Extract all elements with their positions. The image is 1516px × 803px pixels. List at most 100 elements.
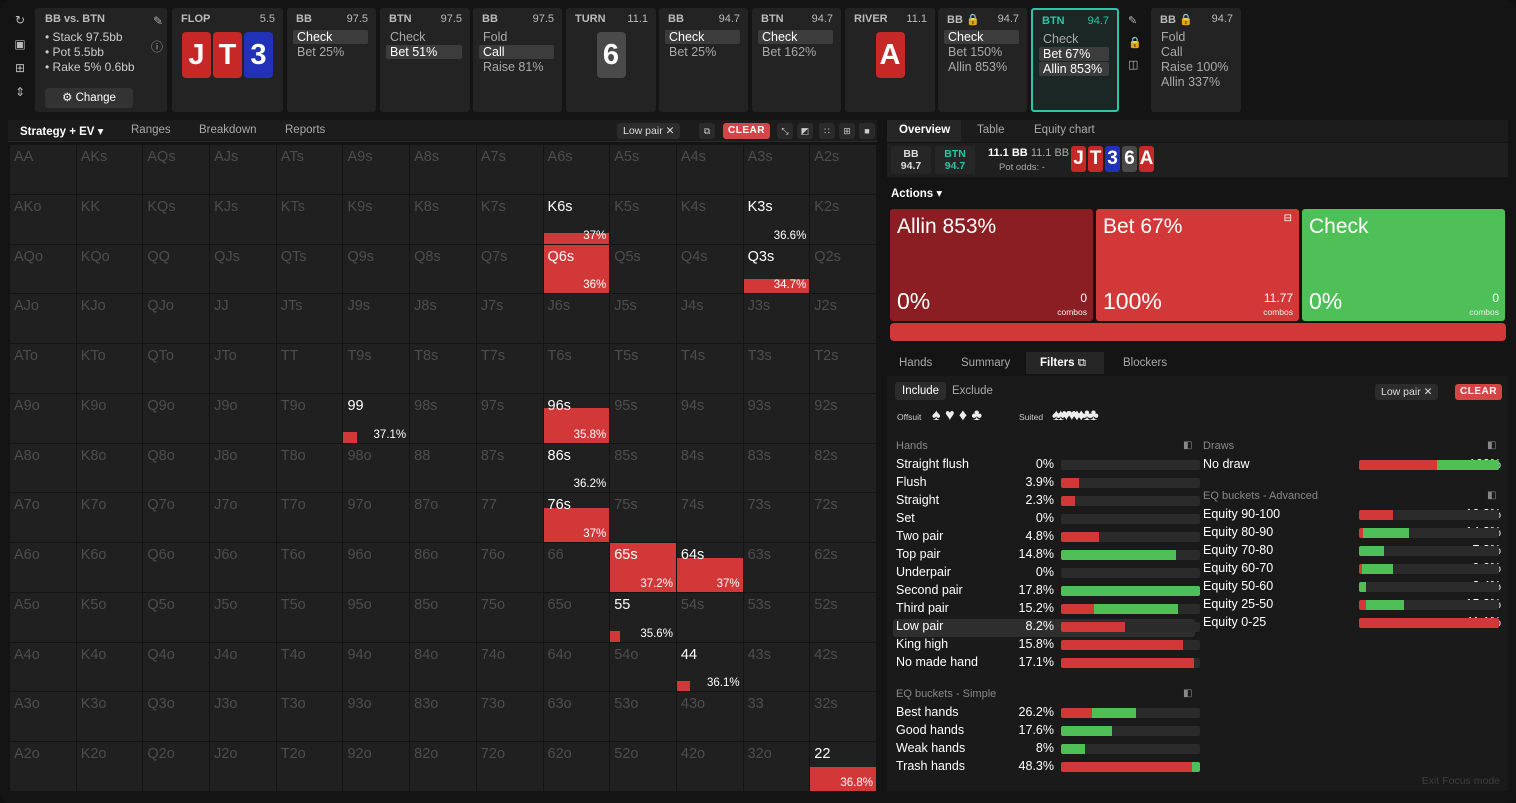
hand-cell[interactable]: QJs (210, 244, 276, 294)
street-card-btn2[interactable]: BTN 94.7 Check Bet 162% (752, 8, 841, 112)
hand-cell[interactable]: K4s (676, 194, 743, 244)
hand-cell[interactable]: K6o (76, 543, 143, 592)
hand-cell[interactable]: 88 (410, 443, 476, 493)
hand-cell[interactable]: K5o (76, 592, 143, 642)
hand-cell[interactable]: 82s (810, 443, 876, 493)
hand-cell[interactable]: A2o (10, 742, 76, 791)
hand-cell[interactable]: Q8o (143, 443, 210, 493)
action-option[interactable]: Call (479, 45, 554, 59)
hand-cell[interactable]: T3s (743, 344, 810, 393)
hand-cell[interactable]: T9s (343, 344, 410, 393)
hand-cell[interactable]: 22 36.8% (810, 742, 876, 791)
tab-reports[interactable]: Reports (285, 124, 325, 136)
hand-cell[interactable]: QQ (143, 244, 210, 294)
street-card-flop[interactable]: FLOP 5.5 J T 3 (172, 8, 283, 112)
filter-row[interactable]: Underpair 0% (896, 565, 1200, 581)
hand-cell[interactable]: QTs (276, 244, 343, 294)
hand-cell[interactable]: Q9o (143, 393, 210, 443)
tab-blockers[interactable]: Blockers (1123, 357, 1167, 369)
hand-cell[interactable]: K6s 37% (543, 194, 610, 244)
hand-cell[interactable]: A4s (676, 145, 743, 194)
hand-cell[interactable]: 32s (810, 692, 876, 742)
filter-chip[interactable]: Low pair ✕ (1375, 384, 1439, 400)
action-option[interactable]: Check (386, 30, 462, 44)
hand-cell[interactable]: 53o (610, 692, 676, 742)
hand-cell[interactable]: A3s (743, 145, 810, 194)
club-icon[interactable]: ♣♣ (1082, 407, 1099, 424)
hand-cell[interactable]: K8s (410, 194, 476, 244)
suited-suits[interactable]: ♠♠ ♥♥ ♦♦ ♣♣ (1052, 407, 1099, 425)
hand-cell[interactable]: T9o (276, 393, 343, 443)
hand-cell[interactable]: A3o (10, 692, 76, 742)
filter-row[interactable]: Good hands 17.6% (896, 723, 1200, 739)
hand-cell[interactable]: ATo (10, 344, 76, 393)
hand-cell[interactable]: 62s (810, 543, 876, 592)
hand-cell[interactable]: Q6s 36% (543, 244, 610, 294)
hand-cell[interactable]: A9s (343, 145, 410, 194)
hand-cell[interactable]: 73s (743, 493, 810, 543)
hand-cell[interactable]: J4o (210, 642, 276, 692)
collapse-icon[interactable]: ⇕ (10, 80, 30, 104)
tab-ranges[interactable]: Ranges (131, 124, 171, 136)
hand-cell[interactable]: A8o (10, 443, 76, 493)
hand-cell[interactable]: KTo (76, 344, 143, 393)
action-box[interactable]: Bet 67% 100% 11.77 combos ⊟ (1096, 209, 1299, 321)
hand-cell[interactable]: KK (76, 194, 143, 244)
filter-row[interactable]: King high 15.8% (896, 637, 1200, 653)
hand-cell[interactable]: KQo (76, 244, 143, 294)
hand-cell[interactable]: 52s (810, 592, 876, 642)
filter-row[interactable]: Straight 2.3% (896, 493, 1200, 509)
hand-cell[interactable]: T7s (476, 344, 543, 393)
tab-overview[interactable]: Overview (899, 124, 950, 136)
hand-cell[interactable]: J3o (210, 692, 276, 742)
grid-small-icon[interactable]: ∷ (819, 123, 835, 139)
hand-cell[interactable]: 76s 37% (543, 493, 610, 543)
hand-cell[interactable]: 63o (543, 692, 610, 742)
hand-cell[interactable]: 95o (343, 592, 410, 642)
hand-cell[interactable]: T8o (276, 443, 343, 493)
hand-cell[interactable]: 75o (476, 592, 543, 642)
hand-cell[interactable]: A6o (10, 543, 76, 592)
filter-row[interactable]: Flush 3.9% (896, 475, 1200, 491)
hand-cell[interactable]: KQs (143, 194, 210, 244)
hand-cell[interactable]: 33 (743, 692, 810, 742)
hand-cell[interactable]: KJo (76, 294, 143, 344)
action-option[interactable]: Bet 162% (758, 45, 833, 59)
hand-cell[interactable]: AQo (10, 244, 76, 294)
hand-cell[interactable]: 86s 36.2% (543, 443, 610, 493)
hand-cell[interactable]: Q3s 34.7% (743, 244, 810, 294)
hand-cell[interactable]: AQs (143, 145, 210, 194)
hand-cell[interactable]: 83s (743, 443, 810, 493)
hand-cell[interactable]: 98o (343, 443, 410, 493)
hand-cell[interactable]: A5s (610, 145, 676, 194)
hand-cell[interactable]: Q2o (143, 742, 210, 791)
street-card-turn[interactable]: TURN 11.1 6 (566, 8, 656, 112)
tab-table[interactable]: Table (977, 124, 1005, 136)
street-card-bb3[interactable]: BB 94.7 Check Bet 25% (659, 8, 748, 112)
hand-cell[interactable]: J5s (610, 294, 676, 344)
action-option[interactable]: Allin 853% (1039, 62, 1109, 76)
hand-cell[interactable]: 98s (410, 393, 476, 443)
action-option[interactable]: Raise 100% (1157, 60, 1233, 74)
hand-cell[interactable]: T6s (543, 344, 610, 393)
hand-cell[interactable]: A9o (10, 393, 76, 443)
hand-cell[interactable]: Q5o (143, 592, 210, 642)
hand-cell[interactable]: T5o (276, 592, 343, 642)
hand-cell[interactable]: 54o (610, 642, 676, 692)
hand-cell[interactable]: ATs (276, 145, 343, 194)
collapse-icon[interactable]: ◧ (1183, 688, 1192, 699)
hand-cell[interactable]: J3s (743, 294, 810, 344)
save-icon[interactable]: ▣ (10, 32, 30, 56)
filter-row[interactable]: Top pair 14.8% (896, 547, 1200, 563)
street-card-bb2[interactable]: BB 97.5 Fold Call Raise 81% (473, 8, 562, 112)
hand-cell[interactable]: Q8s (410, 244, 476, 294)
action-option[interactable]: Check (665, 30, 740, 44)
filter-row[interactable]: Equity 90-10010.2% (1203, 507, 1501, 523)
action-option[interactable]: Bet 150% (944, 45, 1019, 59)
hand-cell[interactable]: 74s (676, 493, 743, 543)
hand-cell[interactable]: KJs (210, 194, 276, 244)
filter-row[interactable]: Equity 0-2541.1% (1203, 615, 1501, 631)
filter-row[interactable]: Weak hands 8% (896, 741, 1200, 757)
hand-cell[interactable]: T3o (276, 692, 343, 742)
action-option[interactable]: Check (944, 30, 1019, 44)
